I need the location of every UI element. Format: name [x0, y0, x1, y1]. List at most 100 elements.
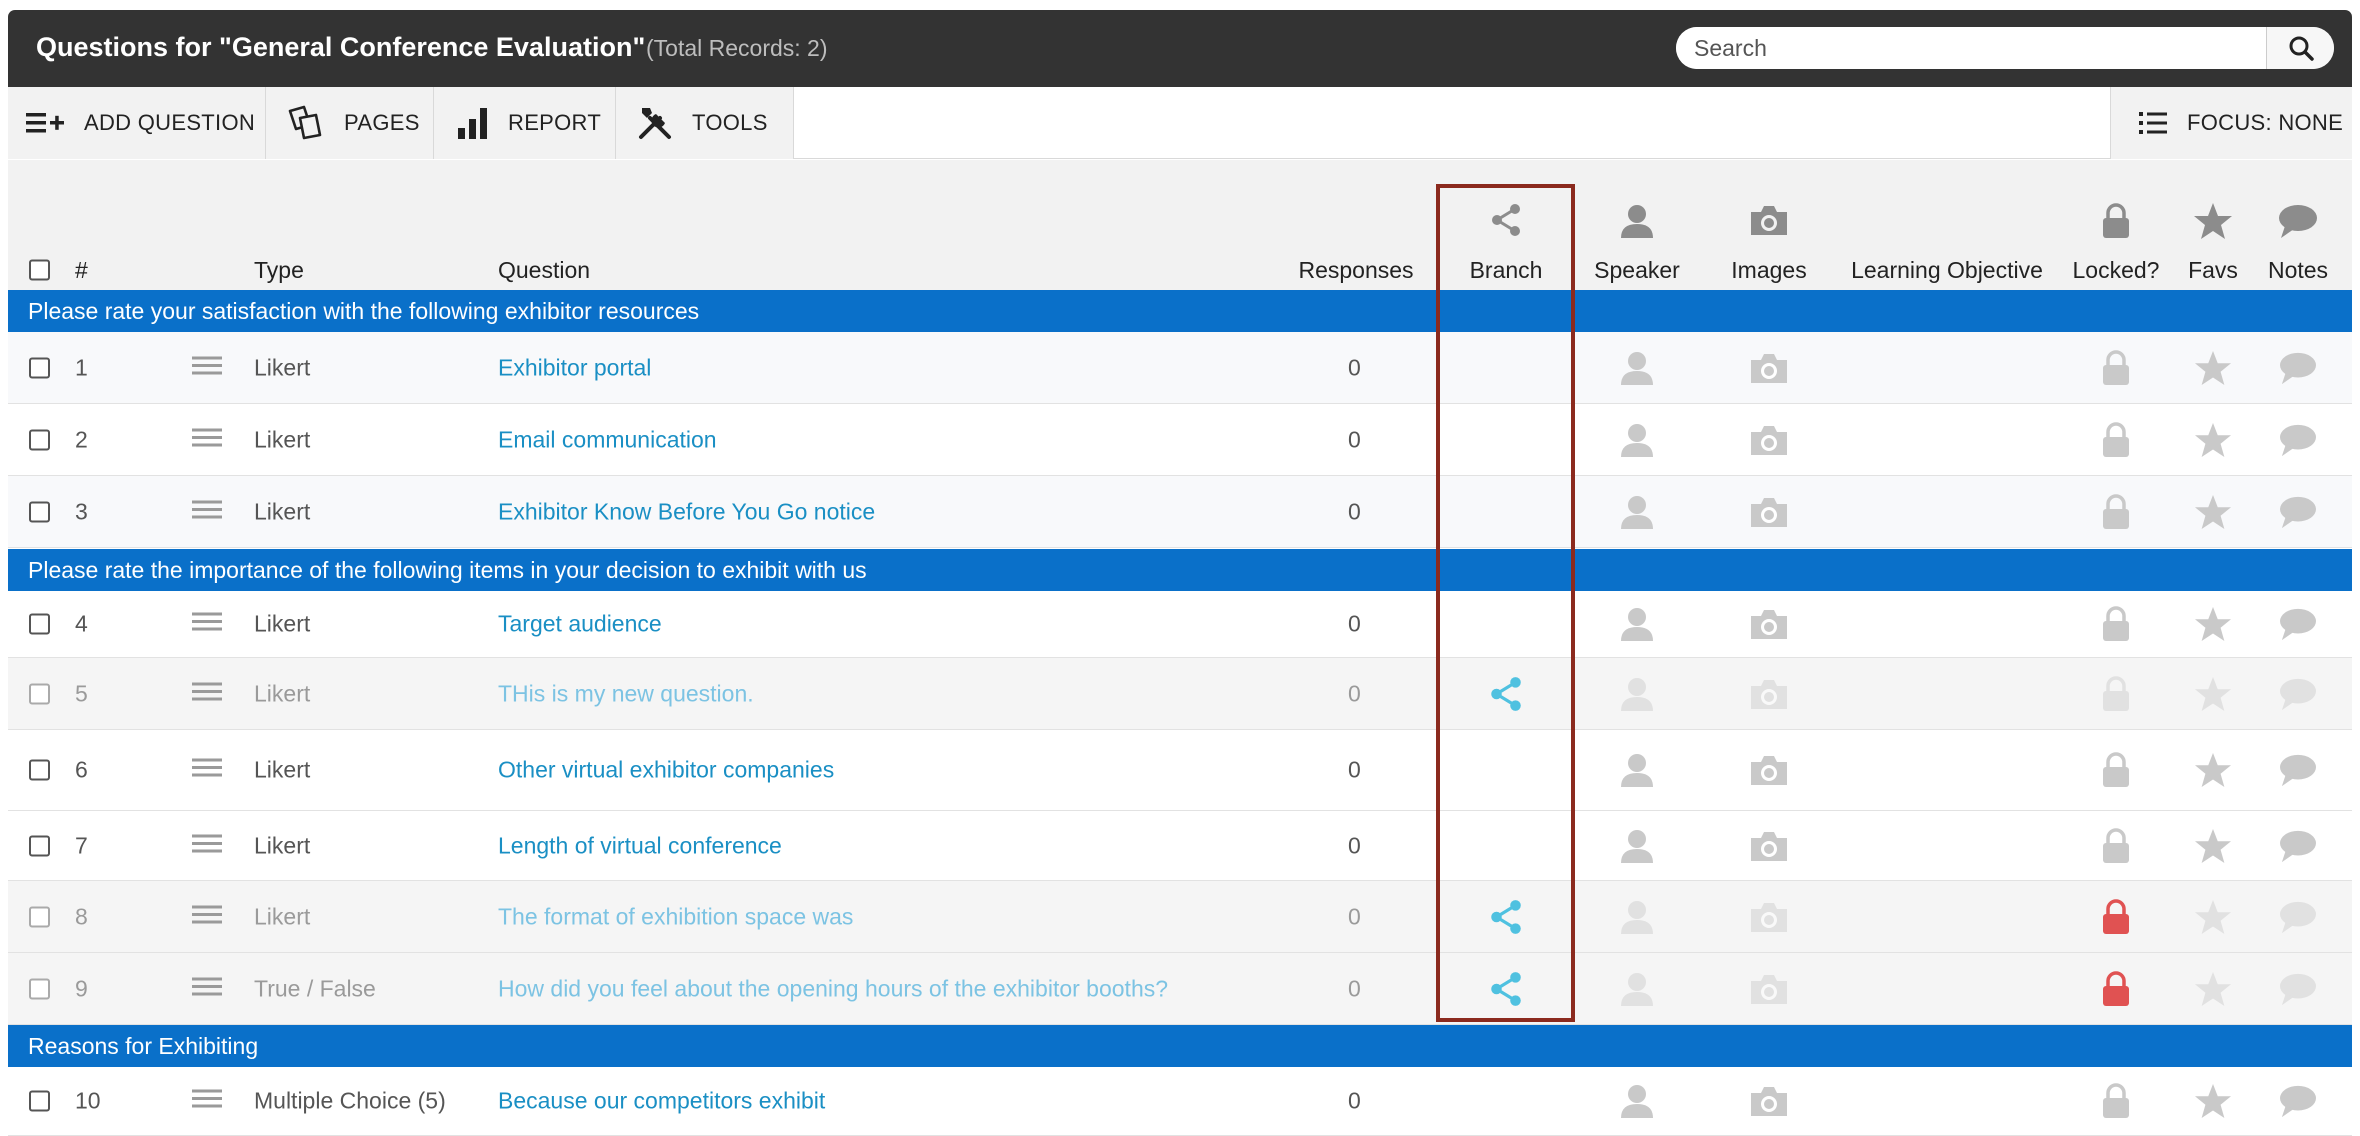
star-icon[interactable]: [2194, 676, 2232, 712]
camera-icon[interactable]: [1748, 350, 1790, 386]
question-link[interactable]: Email communication: [498, 426, 717, 453]
drag-handle-icon[interactable]: [192, 499, 222, 524]
lock-icon[interactable]: [2100, 421, 2132, 459]
star-icon[interactable]: [2194, 606, 2232, 642]
row-checkbox[interactable]: [29, 835, 50, 856]
comment-icon[interactable]: [2277, 676, 2319, 712]
branch-icon[interactable]: [1487, 898, 1525, 936]
table-row: 4 Likert Target audience 0: [8, 591, 2352, 658]
speaker-icon[interactable]: [1618, 493, 1656, 531]
lock-icon[interactable]: [2100, 605, 2132, 643]
question-link[interactable]: The format of exhibition space was: [498, 903, 853, 930]
star-icon[interactable]: [2194, 494, 2232, 530]
drag-handle-icon[interactable]: [192, 904, 222, 929]
question-link[interactable]: Exhibitor portal: [498, 354, 651, 381]
comment-icon[interactable]: [2277, 899, 2319, 935]
lock-icon[interactable]: [2100, 493, 2132, 531]
star-icon[interactable]: [2194, 971, 2232, 1007]
question-link[interactable]: Exhibitor Know Before You Go notice: [498, 498, 875, 525]
question-link[interactable]: Length of virtual conference: [498, 832, 782, 859]
row-checkbox[interactable]: [29, 357, 50, 378]
tools-button[interactable]: TOOLS: [616, 87, 794, 159]
question-type: Likert: [254, 498, 311, 524]
speaker-icon[interactable]: [1618, 751, 1656, 789]
camera-icon[interactable]: [1748, 971, 1790, 1007]
camera-icon[interactable]: [1748, 606, 1790, 642]
camera-icon[interactable]: [1748, 1083, 1790, 1119]
camera-icon[interactable]: [1748, 752, 1790, 788]
lock-icon[interactable]: [2100, 898, 2132, 936]
search-button[interactable]: [2266, 27, 2334, 69]
camera-icon[interactable]: [1748, 828, 1790, 864]
page-title: Questions for "General Conference Evalua…: [36, 32, 646, 62]
speaker-icon[interactable]: [1618, 970, 1656, 1008]
speaker-icon[interactable]: [1618, 675, 1656, 713]
speaker-icon[interactable]: [1618, 421, 1656, 459]
drag-handle-icon[interactable]: [192, 976, 222, 1001]
row-checkbox[interactable]: [29, 613, 50, 635]
speaker-icon[interactable]: [1618, 827, 1656, 865]
star-icon[interactable]: [2194, 828, 2232, 864]
speaker-icon[interactable]: [1618, 1082, 1656, 1120]
table-row: 3 Likert Exhibitor Know Before You Go noti…: [8, 476, 2352, 548]
response-count: 0: [1348, 426, 1361, 452]
row-checkbox[interactable]: [29, 1090, 50, 1112]
pages-button[interactable]: PAGES: [266, 87, 434, 159]
row-checkbox[interactable]: [29, 501, 50, 522]
drag-handle-icon[interactable]: [192, 427, 222, 452]
branch-icon[interactable]: [1487, 970, 1525, 1008]
camera-icon[interactable]: [1748, 494, 1790, 530]
search-input[interactable]: [1676, 27, 2266, 69]
report-button[interactable]: REPORT: [434, 87, 616, 159]
row-checkbox[interactable]: [29, 906, 50, 927]
lock-icon[interactable]: [2100, 970, 2132, 1008]
camera-icon[interactable]: [1748, 422, 1790, 458]
question-link[interactable]: THis is my new question.: [498, 680, 754, 707]
comment-icon[interactable]: [2277, 422, 2319, 458]
lock-icon[interactable]: [2100, 751, 2132, 789]
comment-icon[interactable]: [2277, 350, 2319, 386]
drag-handle-icon[interactable]: [192, 681, 222, 706]
question-link[interactable]: Target audience: [498, 611, 662, 638]
lock-icon[interactable]: [2100, 675, 2132, 713]
row-checkbox[interactable]: [29, 429, 50, 450]
question-number: 5: [75, 680, 88, 706]
speaker-icon[interactable]: [1618, 605, 1656, 643]
question-number: 8: [75, 903, 88, 929]
drag-handle-icon[interactable]: [192, 758, 222, 783]
branch-icon[interactable]: [1487, 675, 1525, 713]
drag-handle-icon[interactable]: [192, 355, 222, 380]
row-checkbox[interactable]: [29, 683, 50, 704]
question-type: Likert: [254, 832, 311, 858]
drag-handle-icon[interactable]: [192, 612, 222, 637]
question-link[interactable]: Other virtual exhibitor companies: [498, 757, 834, 784]
row-checkbox[interactable]: [29, 978, 50, 999]
speaker-icon[interactable]: [1618, 349, 1656, 387]
question-link[interactable]: How did you feel about the opening hours…: [498, 975, 1168, 1002]
lock-icon[interactable]: [2100, 1082, 2132, 1120]
comment-icon[interactable]: [2277, 494, 2319, 530]
comment-icon[interactable]: [2277, 606, 2319, 642]
focus-button[interactable]: FOCUS: NONE: [2110, 87, 2352, 159]
select-all-checkbox[interactable]: [29, 259, 50, 281]
star-icon[interactable]: [2194, 422, 2232, 458]
add-question-button[interactable]: ADD QUESTION: [8, 87, 266, 159]
pages-icon: [288, 105, 322, 140]
star-icon[interactable]: [2194, 350, 2232, 386]
star-icon[interactable]: [2194, 899, 2232, 935]
comment-icon[interactable]: [2277, 752, 2319, 788]
row-checkbox[interactable]: [29, 759, 50, 781]
comment-icon[interactable]: [2277, 1083, 2319, 1119]
lock-icon[interactable]: [2100, 827, 2132, 865]
speaker-icon[interactable]: [1618, 898, 1656, 936]
drag-handle-icon[interactable]: [192, 833, 222, 858]
comment-icon[interactable]: [2277, 971, 2319, 1007]
comment-icon[interactable]: [2277, 828, 2319, 864]
star-icon[interactable]: [2194, 1083, 2232, 1119]
drag-handle-icon[interactable]: [192, 1089, 222, 1114]
camera-icon[interactable]: [1748, 899, 1790, 935]
star-icon[interactable]: [2194, 752, 2232, 788]
lock-icon[interactable]: [2100, 349, 2132, 387]
camera-icon[interactable]: [1748, 676, 1790, 712]
question-link[interactable]: Because our competitors exhibit: [498, 1088, 825, 1115]
